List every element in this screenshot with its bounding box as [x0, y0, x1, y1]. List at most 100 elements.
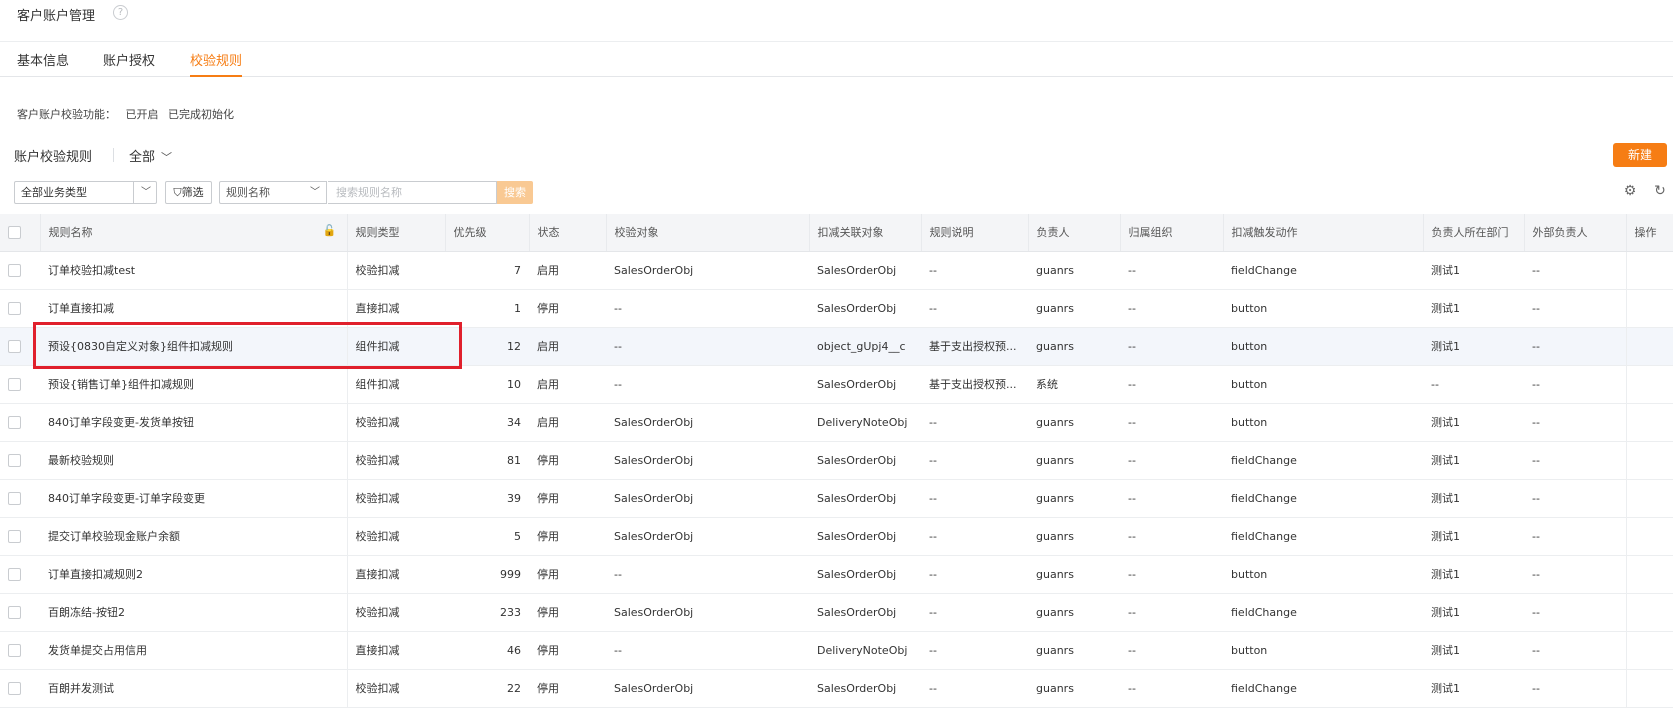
- refresh-icon[interactable]: ↻: [1652, 183, 1668, 199]
- gear-icon[interactable]: ⚙: [1622, 183, 1638, 199]
- cell-actions[interactable]: [1625, 365, 1673, 404]
- col-header-owner[interactable]: 负责人: [1028, 214, 1121, 252]
- cell-actions[interactable]: [1625, 441, 1673, 480]
- tab-account-auth[interactable]: 账户授权: [103, 50, 155, 77]
- table-row[interactable]: 最新校验规则 校验扣减 81 停用 SalesOrderObj SalesOrderObj…: [0, 441, 1673, 480]
- cell-owner-dept: 测试1: [1423, 593, 1524, 632]
- cell-rule-name[interactable]: 订单直接扣减规则2: [40, 555, 348, 594]
- cell-rule-name[interactable]: 百朗冻结-按钮2: [40, 593, 348, 632]
- row-checkbox[interactable]: [8, 643, 21, 657]
- row-checkbox[interactable]: [8, 377, 21, 391]
- row-select-cell: [0, 441, 40, 480]
- cell-actions[interactable]: [1625, 289, 1673, 328]
- row-select-cell: [0, 517, 40, 556]
- col-header-org[interactable]: 归属组织: [1120, 214, 1224, 252]
- table-row[interactable]: 百朗冻结-按钮2 校验扣减 233 停用 SalesOrderObj SalesOrder…: [0, 593, 1673, 632]
- col-header-external-owner[interactable]: 外部负责人: [1524, 214, 1627, 252]
- filter-label: 筛选: [181, 186, 204, 199]
- business-type-select[interactable]: 全部业务类型 ﹀: [14, 181, 157, 204]
- row-checkbox[interactable]: [8, 491, 21, 505]
- cell-description: 基于支出授权预...: [921, 365, 1028, 404]
- cell-actions[interactable]: [1625, 403, 1673, 442]
- row-checkbox[interactable]: [8, 567, 21, 581]
- col-header-validate-object[interactable]: 校验对象: [606, 214, 810, 252]
- cell-rule-name[interactable]: 最新校验规则: [40, 441, 348, 480]
- table-row[interactable]: 840订单字段变更-订单字段变更 校验扣减 39 停用 SalesOrderObj Sal…: [0, 479, 1673, 518]
- cell-rule-name[interactable]: 840订单字段变更-发货单按钮: [40, 403, 348, 442]
- cell-actions[interactable]: [1625, 631, 1673, 670]
- row-select-cell: [0, 669, 40, 708]
- scope-dropdown[interactable]: 全部 ﹀: [129, 146, 172, 165]
- cell-rule-name[interactable]: 预设{销售订单}组件扣减规则: [40, 365, 348, 404]
- table-row[interactable]: 订单校验扣减test 校验扣减 7 启用 SalesOrderObj SalesOrder…: [0, 251, 1673, 290]
- cell-actions[interactable]: [1625, 479, 1673, 518]
- row-checkbox[interactable]: [8, 263, 21, 277]
- cell-rule-name[interactable]: 840订单字段变更-订单字段变更: [40, 479, 348, 518]
- cell-owner-dept: 测试1: [1423, 631, 1524, 670]
- col-header-status[interactable]: 状态: [529, 214, 607, 252]
- table-row[interactable]: 订单直接扣减规则2 直接扣减 999 停用 -- SalesOrderObj -- guanr…: [0, 555, 1673, 594]
- col-header-trigger[interactable]: 扣减触发动作: [1223, 214, 1424, 252]
- cell-actions[interactable]: [1625, 669, 1673, 708]
- cell-priority: 7: [445, 251, 529, 290]
- cell-validate-object: --: [606, 555, 809, 594]
- cell-owner: guanrs: [1028, 441, 1120, 480]
- cell-rule-name[interactable]: 订单校验扣减test: [40, 251, 348, 290]
- row-checkbox[interactable]: [8, 415, 21, 429]
- table-row[interactable]: 订单直接扣减 直接扣减 1 停用 -- SalesOrderObj -- guanrs -- bu…: [0, 289, 1673, 328]
- cell-org: --: [1120, 555, 1223, 594]
- table-row[interactable]: 预设{0830自定义对象}组件扣减规则 组件扣减 12 启用 -- object_gUpj…: [0, 327, 1673, 366]
- row-checkbox[interactable]: [8, 339, 21, 353]
- cell-actions[interactable]: [1625, 555, 1673, 594]
- row-checkbox[interactable]: [8, 301, 21, 315]
- row-checkbox[interactable]: [8, 529, 21, 543]
- table-row[interactable]: 840订单字段变更-发货单按钮 校验扣减 34 启用 SalesOrderObj Deli…: [0, 403, 1673, 442]
- col-header-rule-type[interactable]: 规则类型: [347, 214, 446, 252]
- cell-actions[interactable]: [1625, 593, 1673, 632]
- search-field-select[interactable]: 规则名称 ﹀: [219, 181, 327, 204]
- filter-button[interactable]: ⛉筛选: [165, 181, 212, 204]
- cell-status: 启用: [529, 365, 606, 404]
- table-row[interactable]: 提交订单校验现金账户余额 校验扣减 5 停用 SalesOrderObj SalesOrd…: [0, 517, 1673, 556]
- cell-actions[interactable]: [1625, 251, 1673, 290]
- search-button[interactable]: 搜索: [497, 181, 533, 204]
- cell-trigger-action: fieldChange: [1223, 517, 1423, 556]
- row-checkbox[interactable]: [8, 453, 21, 467]
- cell-deduct-object: SalesOrderObj: [809, 365, 921, 404]
- select-all-checkbox[interactable]: [8, 226, 21, 239]
- search-input[interactable]: [328, 181, 497, 204]
- cell-org: --: [1120, 517, 1223, 556]
- cell-rule-name[interactable]: 订单直接扣减: [40, 289, 348, 328]
- col-header-description[interactable]: 规则说明: [921, 214, 1029, 252]
- col-header-deduct-object[interactable]: 扣减关联对象: [809, 214, 922, 252]
- table-row[interactable]: 百朗并发测试 校验扣减 22 停用 SalesOrderObj SalesOrderObj…: [0, 669, 1673, 708]
- cell-owner: guanrs: [1028, 593, 1120, 632]
- cell-status: 启用: [529, 327, 606, 366]
- scope-value: 全部: [129, 150, 156, 165]
- cell-description: --: [921, 555, 1028, 594]
- table-row[interactable]: 预设{销售订单}组件扣减规则 组件扣减 10 启用 -- SalesOrderObj 基于支…: [0, 365, 1673, 404]
- cell-rule-name[interactable]: 预设{0830自定义对象}组件扣减规则: [40, 327, 348, 366]
- cell-rule-type: 校验扣减: [347, 593, 445, 632]
- cell-actions[interactable]: [1625, 327, 1673, 366]
- cell-description: --: [921, 403, 1028, 442]
- cell-rule-name[interactable]: 发货单提交占用信用: [40, 631, 348, 670]
- cell-rule-name[interactable]: 百朗并发测试: [40, 669, 348, 708]
- col-header-priority[interactable]: 优先级: [445, 214, 530, 252]
- cell-trigger-action: fieldChange: [1223, 251, 1423, 290]
- lock-icon[interactable]: 🔓: [323, 224, 337, 237]
- row-checkbox[interactable]: [8, 681, 21, 695]
- table-row[interactable]: 发货单提交占用信用 直接扣减 46 停用 -- DeliveryNoteObj -- guan…: [0, 631, 1673, 670]
- col-header-rule-name[interactable]: 规则名称 🔓: [40, 214, 348, 252]
- row-select-cell: [0, 593, 40, 632]
- cell-rule-name[interactable]: 提交订单校验现金账户余额: [40, 517, 348, 556]
- tab-validation-rules[interactable]: 校验规则: [190, 50, 243, 77]
- new-rule-button[interactable]: 新建: [1613, 143, 1667, 167]
- cell-actions[interactable]: [1625, 517, 1673, 556]
- tab-basic-info[interactable]: 基本信息: [17, 50, 69, 77]
- cell-status: 停用: [529, 631, 606, 670]
- cell-rule-type: 校验扣减: [347, 517, 445, 556]
- help-icon[interactable]: ?: [113, 5, 128, 20]
- row-checkbox[interactable]: [8, 605, 21, 619]
- col-header-owner-dept[interactable]: 负责人所在部门: [1423, 214, 1525, 252]
